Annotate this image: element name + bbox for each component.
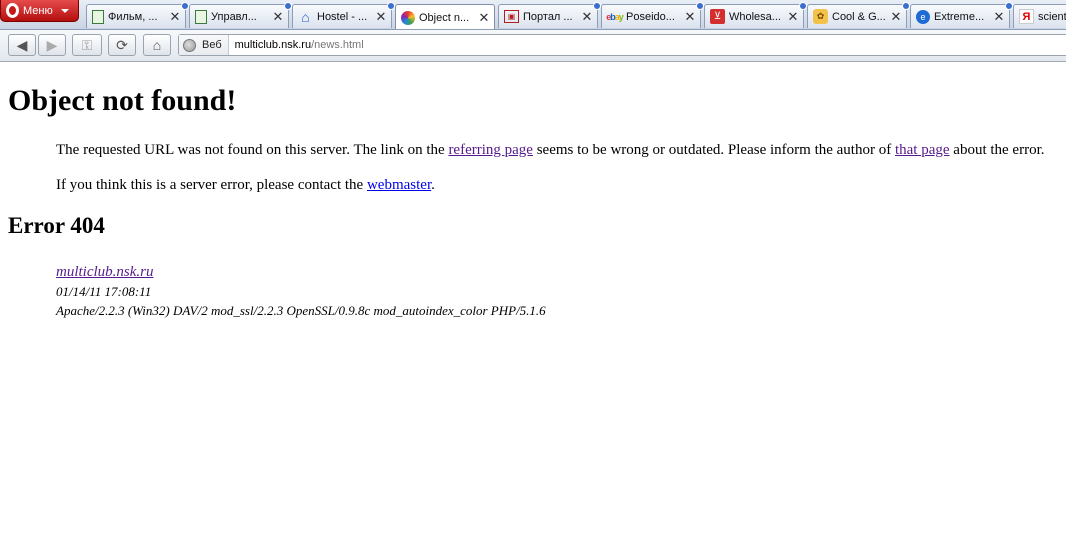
ebay-icon: ebay: [606, 11, 624, 22]
home-icon: ⌂: [152, 37, 162, 53]
key-icon: ⚿: [81, 36, 93, 53]
contact-paragraph: If you think this is a server error, ple…: [56, 177, 435, 194]
address-bar[interactable]: Веб multiclub.nsk.ru/news.html: [178, 34, 1066, 56]
tab-list: Фильм, ... ✕ Управл... ✕ ⌂ Hostel - ... …: [86, 2, 1066, 29]
reload-icon: ⟳: [116, 36, 128, 53]
forward-button[interactable]: ▶: [38, 34, 66, 56]
tab-title: scient: [1038, 10, 1066, 23]
close-icon[interactable]: ✕: [375, 9, 387, 25]
that-page-link[interactable]: that page: [895, 142, 950, 158]
tab-indicator-dot: [799, 2, 807, 10]
globe-icon: e: [916, 9, 930, 24]
tab-cool[interactable]: ✿ Cool & G... ✕: [807, 2, 910, 28]
tab-hostel[interactable]: ⌂ Hostel - ... ✕: [292, 2, 395, 28]
site-info-button[interactable]: Веб: [179, 35, 229, 55]
tab-indicator-dot: [284, 2, 292, 10]
home-icon: ⌂: [301, 8, 310, 25]
paragraph-text: .: [431, 177, 435, 193]
site-info-label: Веб: [202, 39, 222, 51]
document-icon: [195, 9, 207, 24]
yandex-icon: Я: [1019, 9, 1034, 24]
tab-title: Hostel - ...: [317, 10, 368, 23]
tab-title: Object n...: [419, 11, 470, 24]
arrow-left-icon: ◀: [16, 36, 28, 53]
url-path: /news.html: [311, 39, 364, 51]
tab-title: Фильм, ...: [108, 10, 158, 23]
server-signature: multiclub.nsk.ru 01/14/11 17:08:11 Apach…: [56, 262, 546, 320]
tab-upravl[interactable]: Управл... ✕: [189, 2, 292, 28]
tab-wholesale[interactable]: ⊻ Wholesa... ✕: [704, 2, 807, 28]
home-button[interactable]: ⌂: [143, 34, 171, 56]
opera-menu-button[interactable]: Меню: [0, 0, 79, 22]
tab-title: Poseido...: [626, 10, 675, 23]
close-icon[interactable]: ✕: [478, 10, 490, 26]
tab-title: Extreme...: [934, 10, 985, 23]
close-icon[interactable]: ✕: [272, 9, 284, 25]
webmaster-link[interactable]: webmaster: [367, 177, 431, 193]
tab-title: Wholesa...: [729, 10, 781, 23]
tab-indicator-dot: [1005, 2, 1013, 10]
tab-title: Портал ...: [523, 10, 573, 23]
close-icon[interactable]: ✕: [787, 9, 799, 25]
cart-icon: ⊻: [710, 9, 725, 24]
url-text[interactable]: multiclub.nsk.ru/news.html: [229, 39, 364, 51]
server-timestamp: 01/14/11 17:08:11: [56, 284, 152, 299]
navigation-toolbar: ◀ ▶ ⚿ ⟳ ⌂ Веб multiclub.nsk.ru/news.html: [0, 30, 1066, 62]
close-icon[interactable]: ✕: [581, 9, 593, 25]
tab-object-not-found[interactable]: Object n... ✕: [395, 4, 495, 29]
error-code-heading: Error 404: [8, 213, 105, 238]
tab-indicator-dot: [387, 2, 395, 10]
close-icon[interactable]: ✕: [993, 9, 1005, 25]
portal-icon: ▣: [504, 10, 519, 23]
tab-indicator-dot: [902, 2, 910, 10]
close-icon[interactable]: ✕: [684, 9, 696, 25]
arrow-right-icon: ▶: [46, 36, 58, 53]
tab-poseidon[interactable]: ebay Poseido... ✕: [601, 2, 704, 28]
tab-title: Управл...: [211, 10, 257, 23]
opera-logo-icon: [6, 3, 19, 18]
menu-label: Меню: [23, 4, 53, 17]
paragraph-text: seems to be wrong or outdated. Please in…: [532, 142, 895, 158]
error-message-paragraph: The requested URL was not found on this …: [56, 142, 1045, 159]
wand-button[interactable]: ⚿: [72, 34, 102, 56]
back-button[interactable]: ◀: [8, 34, 36, 56]
document-icon: [92, 9, 104, 24]
page-content: Object not found! The requested URL was …: [0, 62, 1066, 553]
tab-indicator-dot: [696, 2, 704, 10]
tab-film[interactable]: Фильм, ... ✕: [86, 2, 189, 28]
tab-title: Cool & G...: [832, 10, 886, 23]
globe-icon: [183, 38, 196, 52]
close-icon[interactable]: ✕: [169, 9, 181, 25]
paragraph-text: about the error.: [949, 142, 1045, 158]
page-title: Object not found!: [8, 84, 237, 117]
server-host-link[interactable]: multiclub.nsk.ru: [56, 264, 154, 280]
paragraph-text: If you think this is a server error, ple…: [56, 177, 367, 193]
tab-indicator-dot: [593, 2, 601, 10]
url-host: multiclub.nsk.ru: [234, 39, 312, 51]
color-wheel-icon: [401, 10, 415, 25]
chevron-down-icon: [60, 8, 69, 13]
referring-page-link[interactable]: referring page: [448, 142, 533, 158]
tab-scient[interactable]: Я scient: [1013, 4, 1066, 28]
tab-portal[interactable]: ▣ Портал ... ✕: [498, 2, 601, 28]
cool-icon: ✿: [813, 9, 828, 24]
tab-strip: Меню Фильм, ... ✕ Управл... ✕ ⌂ Hostel -…: [0, 0, 1066, 30]
paragraph-text: The requested URL was not found on this …: [56, 142, 449, 158]
close-icon[interactable]: ✕: [890, 9, 902, 25]
server-software: Apache/2.2.3 (Win32) DAV/2 mod_ssl/2.2.3…: [56, 303, 546, 318]
tab-indicator-dot: [181, 2, 189, 10]
tab-extreme[interactable]: e Extreme... ✕: [910, 2, 1013, 28]
reload-button[interactable]: ⟳: [108, 34, 136, 56]
